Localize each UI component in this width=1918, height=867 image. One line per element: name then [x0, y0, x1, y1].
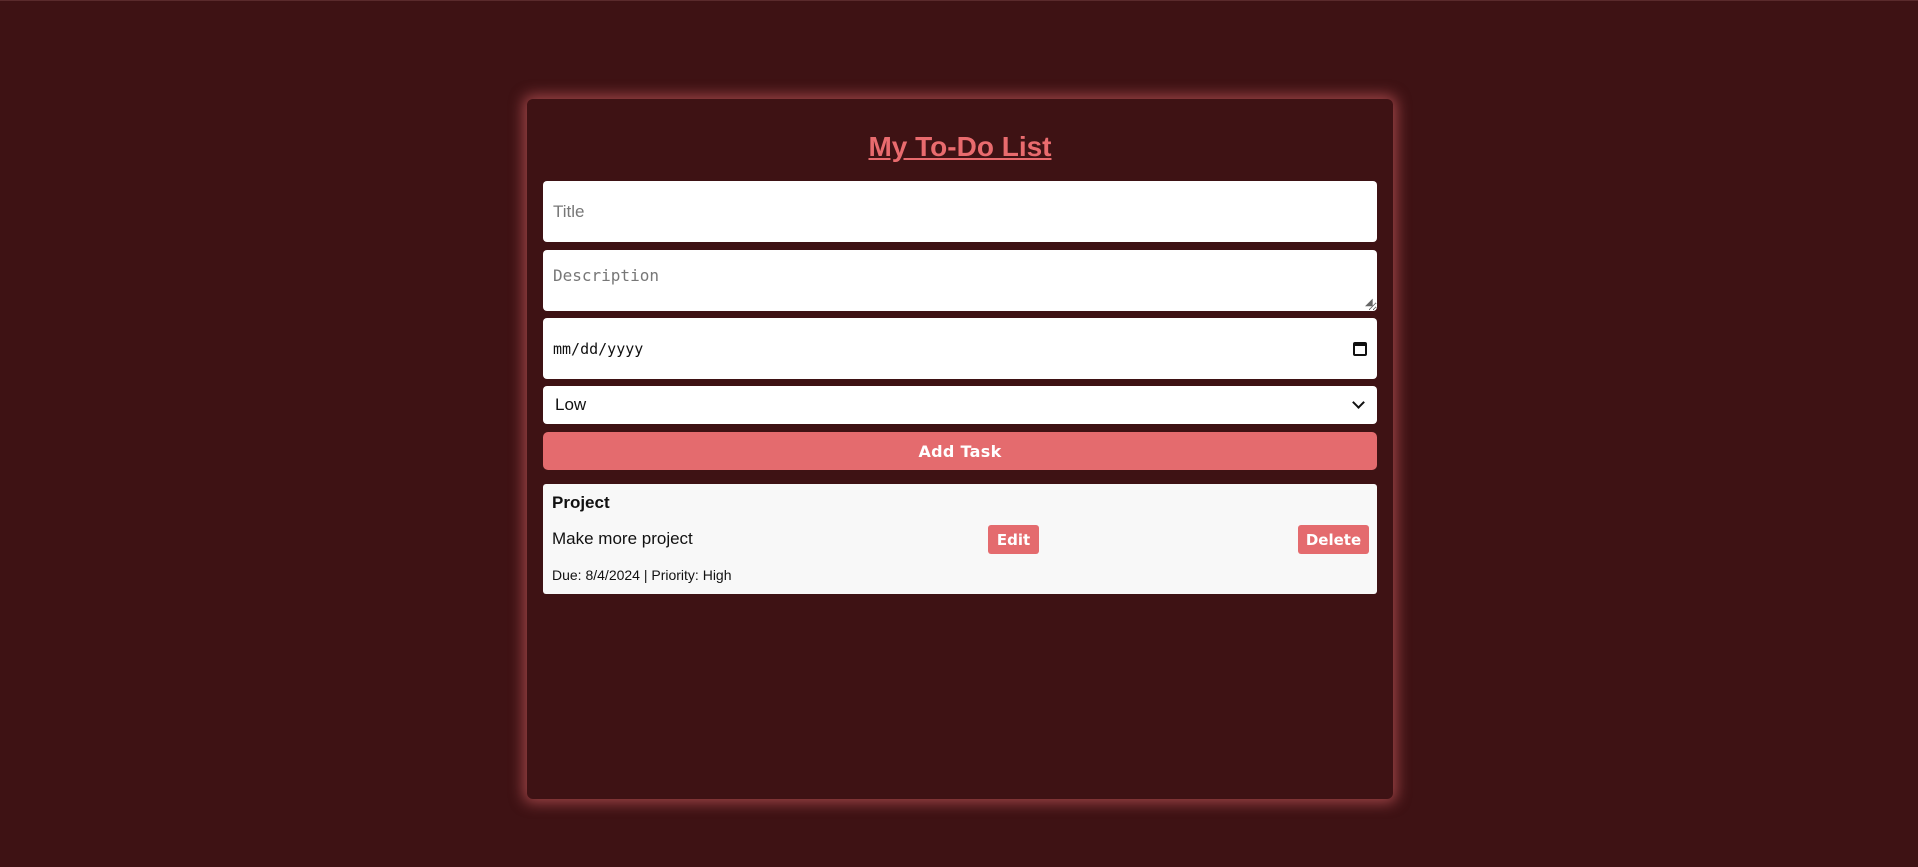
- title-input[interactable]: [543, 181, 1377, 242]
- description-wrapper: ◢: [543, 250, 1377, 311]
- task-description: Make more project: [552, 529, 693, 548]
- date-placeholder: mm/dd/yyyy: [553, 339, 644, 358]
- edit-button[interactable]: Edit: [988, 525, 1039, 554]
- chevron-down-icon: [1352, 396, 1365, 409]
- task-meta: Due: 8/4/2024 | Priority: High: [552, 567, 732, 583]
- todo-panel: My To-Do List ◢ mm/dd/yyyy Low Add Task …: [527, 99, 1393, 799]
- calendar-icon[interactable]: [1353, 341, 1367, 356]
- delete-button[interactable]: Delete: [1298, 525, 1369, 554]
- task-title: Project: [552, 493, 610, 512]
- task-item: Project Make more project Edit Delete Du…: [543, 484, 1377, 594]
- priority-select[interactable]: Low: [543, 386, 1377, 424]
- add-task-button[interactable]: Add Task: [543, 432, 1377, 470]
- due-date-input[interactable]: mm/dd/yyyy: [543, 318, 1377, 379]
- priority-selected-value: Low: [555, 395, 587, 414]
- description-input[interactable]: [543, 250, 1377, 311]
- page-title: My To-Do List: [868, 131, 1052, 162]
- resize-handle-icon[interactable]: ◢: [1365, 298, 1373, 308]
- app-page: My To-Do List ◢ mm/dd/yyyy Low Add Task …: [0, 0, 1918, 867]
